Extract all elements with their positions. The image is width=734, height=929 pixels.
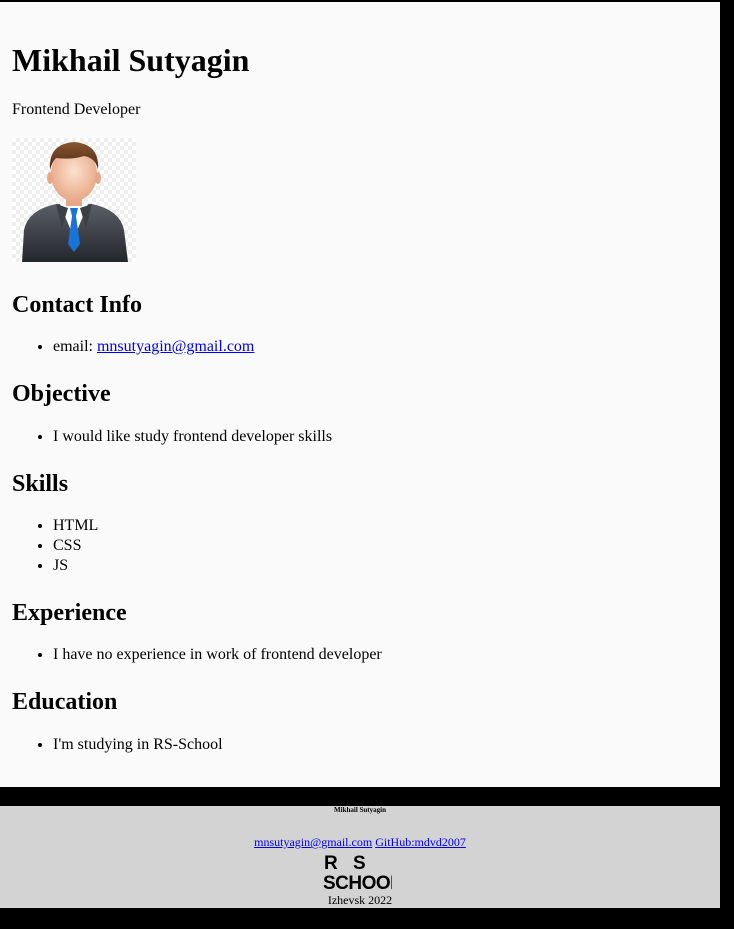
footer: Mikhail Sutyagin mnsutyagin@gmail.com Gi… <box>0 806 720 908</box>
contact-heading: Contact Info <box>12 292 142 318</box>
footer-links: mnsutyagin@gmail.com GitHub:mdvd2007 <box>0 835 720 850</box>
list-item: CSS <box>53 536 98 556</box>
resume-page: Mikhail Sutyagin Frontend Developer Cont… <box>0 2 720 787</box>
list-item: I have no experience in work of frontend… <box>53 645 382 665</box>
footer-github-link[interactable]: GitHub:mdvd2007 <box>375 835 466 849</box>
list-item: JS <box>53 556 98 576</box>
footer-name: Mikhail Sutyagin <box>334 806 386 814</box>
list-item: I would like study frontend developer sk… <box>53 427 332 447</box>
objective-list: I would like study frontend developer sk… <box>12 427 332 447</box>
email-link[interactable]: mnsutyagin@gmail.com <box>97 338 254 355</box>
education-list: I'm studying in RS-School <box>12 735 223 755</box>
list-item: HTML <box>53 516 98 536</box>
avatar <box>12 138 136 262</box>
experience-list: I have no experience in work of frontend… <box>12 645 382 665</box>
education-heading: Education <box>12 689 118 715</box>
logo-line2: SCHOOL <box>323 873 392 891</box>
contact-list: email: mnsutyagin@gmail.com <box>12 337 254 357</box>
email-label: email: <box>53 338 93 355</box>
list-item: email: mnsutyagin@gmail.com <box>53 337 254 357</box>
rs-school-logo: R S SCHOOL <box>322 851 403 894</box>
experience-heading: Experience <box>12 600 127 626</box>
footer-city-year: Izhevsk 2022 <box>327 893 393 907</box>
objective-heading: Objective <box>12 381 111 407</box>
skills-heading: Skills <box>12 471 69 497</box>
job-title: Frontend Developer <box>12 101 141 118</box>
page-title: Mikhail Sutyagin <box>12 42 250 78</box>
skills-list: HTML CSS JS <box>12 516 98 576</box>
footer-email-link[interactable]: mnsutyagin@gmail.com <box>254 835 372 849</box>
logo-line1: R S <box>324 853 371 874</box>
list-item: I'm studying in RS-School <box>53 735 223 755</box>
businessman-avatar-icon <box>22 142 128 262</box>
